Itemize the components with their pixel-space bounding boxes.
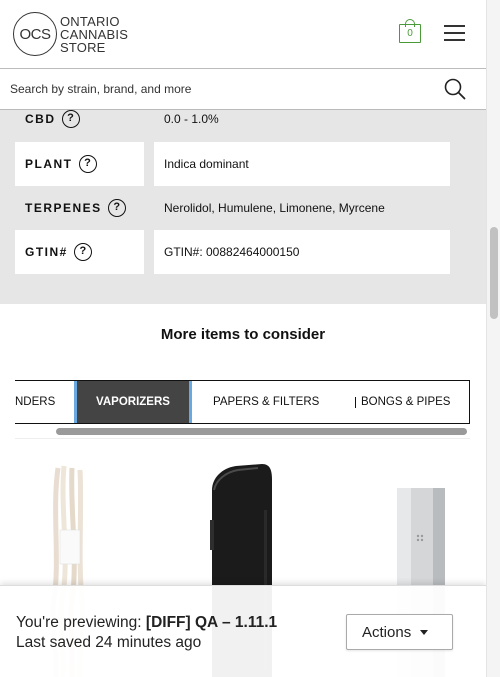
page-scrollbar	[486, 0, 500, 677]
spec-row-gtin: GTIN#? GTIN#: 00882464000150	[0, 230, 486, 274]
search-input[interactable]	[10, 79, 430, 99]
product-specs: CBD? 0.0 - 1.0% PLANT? Indica dominant T…	[0, 110, 486, 304]
logo-line: STORE	[60, 39, 106, 55]
spec-label: PLANT?	[15, 142, 144, 186]
preview-status: You're previewing: [DIFF] QA – 1.11.1 La…	[16, 614, 278, 651]
shopping-bag-icon[interactable]: 0	[399, 19, 421, 43]
cart-count: 0	[399, 24, 421, 43]
tabs-scrollbar-thumb[interactable]	[56, 428, 467, 435]
spec-label: GTIN#?	[15, 230, 144, 274]
spec-value: 0.0 - 1.0%	[164, 112, 219, 126]
hamburger-menu-icon[interactable]	[444, 23, 466, 41]
spec-label: TERPENES?	[15, 186, 144, 230]
tab-divider	[355, 397, 356, 408]
logo-line: CANNABIS	[60, 26, 129, 42]
logo-line: ONTARIO	[60, 13, 120, 29]
chevron-down-icon	[420, 629, 429, 635]
actions-button[interactable]: Actions	[346, 614, 453, 650]
spec-value: GTIN#: 00882464000150	[154, 230, 450, 274]
tab-vaporizers[interactable]: VAPORIZERS	[74, 381, 192, 423]
spec-value: Indica dominant	[154, 142, 450, 186]
spec-row-terpenes: TERPENES? Nerolidol, Humulene, Limonene,…	[0, 186, 486, 230]
help-icon[interactable]: ?	[78, 155, 97, 173]
category-tabs: NDERS VAPORIZERS PAPERS & FILTERS BONGS …	[15, 380, 470, 424]
section-title: More items to consider	[160, 326, 326, 343]
preview-banner: You're previewing: [DIFF] QA – 1.11.1 La…	[0, 585, 486, 677]
spec-label: CBD?	[15, 97, 144, 141]
tabs-scrollbar	[15, 424, 470, 439]
page: OCS ONTARIO CANNABIS STORE 0 CBD? 0.0 - …	[0, 0, 500, 677]
logo-wordmark: ONTARIO CANNABIS STORE	[60, 15, 128, 54]
logo-mark: OCS	[13, 12, 57, 56]
tab-bongs-pipes[interactable]: BONGS & PIPES	[361, 381, 450, 423]
help-icon[interactable]: ?	[73, 243, 92, 261]
preview-build: [DIFF] QA – 1.11.1	[145, 614, 278, 631]
page-scrollbar-thumb[interactable]	[490, 227, 498, 319]
help-icon[interactable]: ?	[61, 110, 80, 128]
spec-row-plant: PLANT? Indica dominant	[0, 142, 486, 186]
site-header: OCS ONTARIO CANNABIS STORE 0	[0, 0, 486, 68]
spec-value: Nerolidol, Humulene, Limonene, Myrcene	[164, 201, 385, 215]
last-saved: Last saved 24 minutes ago	[16, 634, 202, 651]
spec-row-cbd: CBD? 0.0 - 1.0%	[0, 97, 486, 141]
tab-papers-filters[interactable]: PAPERS & FILTERS	[213, 381, 319, 423]
help-icon[interactable]: ?	[107, 199, 126, 217]
tab-grinders[interactable]: NDERS	[15, 381, 75, 423]
ocs-logo[interactable]: OCS ONTARIO CANNABIS STORE	[13, 12, 128, 56]
